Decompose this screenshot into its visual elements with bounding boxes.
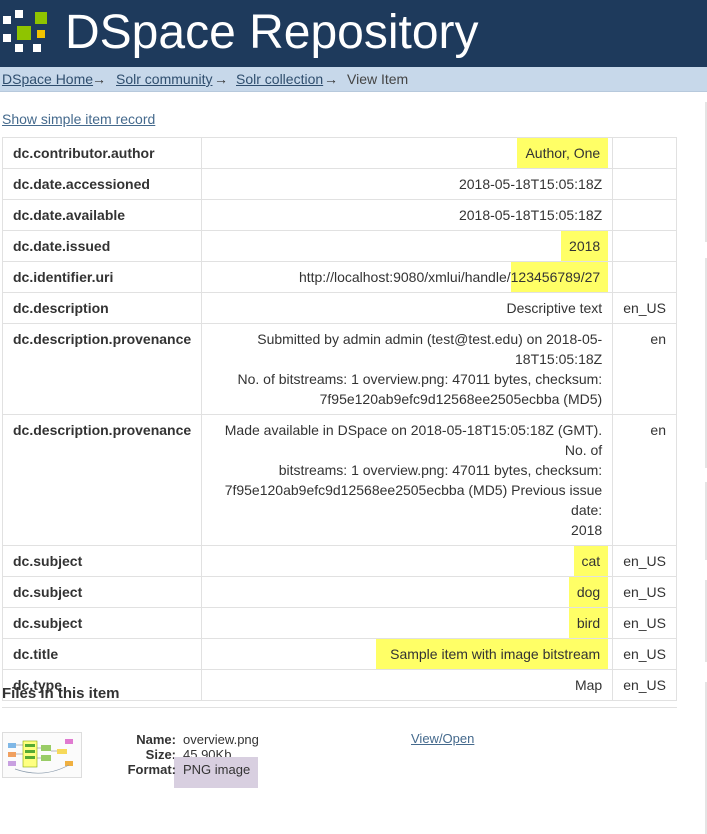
field-name: dc.identifier.uri — [1, 261, 203, 293]
metadata-table: dc.contributor.author Author, One dc.dat… — [1, 137, 677, 701]
field-lang: en_US — [612, 638, 677, 670]
file-name-label: Name: — [136, 732, 176, 747]
table-row: dc.description.provenance Made available… — [1, 414, 677, 546]
field-value: 2018-05-18T15:05:18Z — [201, 199, 614, 231]
file-thumbnail[interactable] — [2, 732, 82, 778]
table-row: dc.subject bird en_US — [1, 607, 677, 639]
field-name: dc.date.issued — [1, 230, 203, 262]
field-name: dc.subject — [1, 607, 203, 639]
field-value: Sample item with image bitstream — [376, 639, 609, 669]
field-lang — [612, 230, 677, 262]
uri-prefix: http://localhost:9080/xmlui/handle/ — [298, 269, 511, 285]
uri-handle: 123456789/27 — [510, 262, 609, 292]
field-lang: en — [612, 414, 677, 546]
field-name: dc.description.provenance — [1, 414, 203, 546]
field-lang — [612, 168, 677, 200]
field-lang: en_US — [612, 669, 677, 701]
table-row: dc.date.issued 2018 — [1, 230, 677, 262]
table-row: dc.subject dog en_US — [1, 576, 677, 608]
breadcrumb: DSpace Home → Solr community → Solr coll… — [0, 67, 707, 92]
field-value: Map — [201, 669, 614, 701]
dspace-logo-icon[interactable] — [3, 10, 51, 54]
diagram-thumbnail-icon — [3, 733, 81, 777]
breadcrumb-separator: → — [214, 71, 228, 87]
field-value: 2018 — [561, 231, 609, 261]
breadcrumb-separator: → — [92, 71, 106, 87]
files-heading: Files in this item — [2, 685, 120, 702]
table-row: dc.identifier.uri http://localhost:9080/… — [1, 261, 677, 293]
field-lang — [612, 261, 677, 293]
field-name: dc.subject — [1, 545, 203, 577]
show-simple-record-link[interactable]: Show simple item record — [2, 111, 155, 127]
table-row: dc.title Sample item with image bitstrea… — [1, 638, 677, 670]
field-value: Author, One — [517, 138, 609, 168]
view-open-link[interactable]: View/Open — [411, 731, 474, 746]
file-format-label: Format: — [127, 762, 176, 777]
field-lang: en_US — [612, 576, 677, 608]
table-row: dc.subject cat en_US — [1, 545, 677, 577]
breadcrumb-solr-collection[interactable]: Solr collection — [236, 71, 323, 87]
table-row: dc.contributor.author Author, One — [1, 137, 677, 169]
value-line: 7f95e120ab9efc9d12568ee2505ecbba (MD5) — [319, 391, 603, 407]
field-value: Descriptive text — [201, 292, 614, 324]
divider — [2, 707, 677, 708]
breadcrumb-separator: → — [324, 71, 338, 87]
site-header: DSpace Repository — [0, 0, 707, 67]
field-lang: en_US — [612, 292, 677, 324]
table-row: dc.description Descriptive text en_US — [1, 292, 677, 324]
value-line: 2018 — [571, 522, 603, 538]
field-value: cat — [573, 546, 609, 576]
table-row: dc.date.available 2018-05-18T15:05:18Z — [1, 199, 677, 231]
value-line: Submitted by admin admin (test@test.edu)… — [257, 331, 603, 367]
site-title[interactable]: DSpace Repository — [65, 5, 479, 61]
field-lang — [612, 137, 677, 169]
file-name: overview.png — [183, 732, 259, 747]
value-line: 7f95e120ab9efc9d12568ee2505ecbba (MD5) P… — [224, 482, 603, 518]
field-name: dc.description.provenance — [1, 323, 203, 415]
field-name: dc.date.available — [1, 199, 203, 231]
field-value: dog — [568, 577, 609, 607]
field-name: dc.subject — [1, 576, 203, 608]
field-lang — [612, 199, 677, 231]
value-line: No. of bitstreams: 1 overview.png: 47011… — [237, 371, 603, 387]
table-row: dc.description.provenance Submitted by a… — [1, 323, 677, 415]
value-line: bitstreams: 1 overview.png: 47011 bytes,… — [278, 462, 603, 478]
table-row: dc.date.accessioned 2018-05-18T15:05:18Z — [1, 168, 677, 200]
breadcrumb-current: View Item — [347, 71, 409, 87]
field-value: bird — [568, 608, 609, 638]
file-format: PNG image — [183, 762, 251, 777]
breadcrumb-dspace-home[interactable]: DSpace Home — [2, 71, 93, 87]
field-name: dc.title — [1, 638, 203, 670]
value-line: Made available in DSpace on 2018-05-18T1… — [224, 422, 603, 458]
field-value: Submitted by admin admin (test@test.edu)… — [201, 323, 614, 415]
field-lang: en — [612, 323, 677, 415]
field-name: dc.date.accessioned — [1, 168, 203, 200]
field-value: 2018-05-18T15:05:18Z — [201, 168, 614, 200]
file-size-label: Size: — [145, 747, 176, 762]
breadcrumb-solr-community[interactable]: Solr community — [116, 71, 212, 87]
field-value: Made available in DSpace on 2018-05-18T1… — [201, 414, 614, 546]
field-lang: en_US — [612, 545, 677, 577]
field-name: dc.contributor.author — [1, 137, 203, 169]
field-lang: en_US — [612, 607, 677, 639]
field-name: dc.description — [1, 292, 203, 324]
